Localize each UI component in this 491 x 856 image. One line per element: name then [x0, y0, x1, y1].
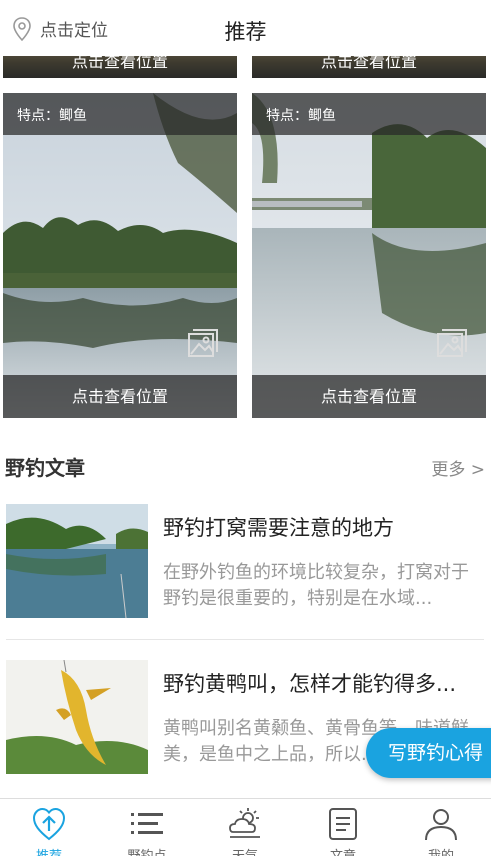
nav-label: 文章	[294, 845, 392, 856]
bottom-nav: 推荐 野钓点 天气 文章 我的	[0, 798, 491, 856]
spot-card-caption: 点击查看位置	[71, 387, 168, 406]
nav-item-spots[interactable]: 野钓点	[98, 799, 196, 856]
spot-photo	[3, 93, 237, 418]
top-header: 点击定位 推荐	[0, 0, 491, 56]
spot-feature-bar: 特点：鲫鱼	[3, 93, 237, 135]
nav-label: 推荐	[0, 845, 98, 856]
article-icon	[329, 808, 357, 840]
article-title: 野钓打窝需要注意的地方	[163, 516, 394, 540]
divider	[6, 639, 484, 640]
list-icon	[131, 813, 163, 834]
more-articles-link[interactable]: 更多 >	[431, 455, 485, 480]
article-item[interactable]: 野钓打窝需要注意的地方 在野外钓鱼的环境比较复杂，打窝对于野钓是很重要的，特别是…	[0, 500, 491, 640]
spot-feature-label: 特点：鲫鱼	[17, 108, 87, 124]
spot-feature-bar: 特点：鲫鱼	[252, 93, 486, 135]
spot-card-caption: 点击查看位置	[320, 387, 417, 406]
spot-card-caption-bar[interactable]: 点击查看位置	[3, 375, 237, 418]
nav-label: 野钓点	[98, 845, 196, 856]
nav-item-recommend[interactable]: 推荐	[0, 799, 98, 856]
image-placeholder-icon	[437, 329, 467, 357]
nav-item-articles[interactable]: 文章	[294, 799, 392, 856]
page-title: 推荐	[224, 20, 267, 44]
spot-feature-label: 特点：鲫鱼	[266, 108, 336, 124]
nav-item-profile[interactable]: 我的	[392, 799, 490, 856]
article-thumbnail	[6, 660, 148, 774]
nav-label: 天气	[196, 845, 294, 856]
articles-section-title: 野钓文章	[5, 456, 85, 480]
spot-photo	[252, 93, 486, 418]
article-summary: 在野外钓鱼的环境比较复杂，打窝对于野钓是很重要的，特别是在水域...	[163, 562, 469, 609]
spot-card-right[interactable]: 特点：鲫鱼 点击查看位置	[252, 93, 486, 418]
spot-card-left[interactable]: 特点：鲫鱼 点击查看位置	[3, 93, 237, 418]
spot-card-caption-bar[interactable]: 点击查看位置	[252, 375, 486, 418]
recommend-icon	[32, 807, 66, 841]
image-placeholder-icon	[188, 329, 218, 357]
write-fishing-notes-button[interactable]: 写野钓心得	[366, 728, 491, 778]
article-thumbnail	[6, 504, 148, 618]
nav-item-weather[interactable]: 天气	[196, 799, 294, 856]
article-title: 野钓黄鸭叫，怎样才能钓得多...	[163, 672, 457, 696]
profile-icon	[425, 809, 457, 841]
weather-icon	[229, 808, 260, 838]
nav-label: 我的	[392, 845, 490, 856]
